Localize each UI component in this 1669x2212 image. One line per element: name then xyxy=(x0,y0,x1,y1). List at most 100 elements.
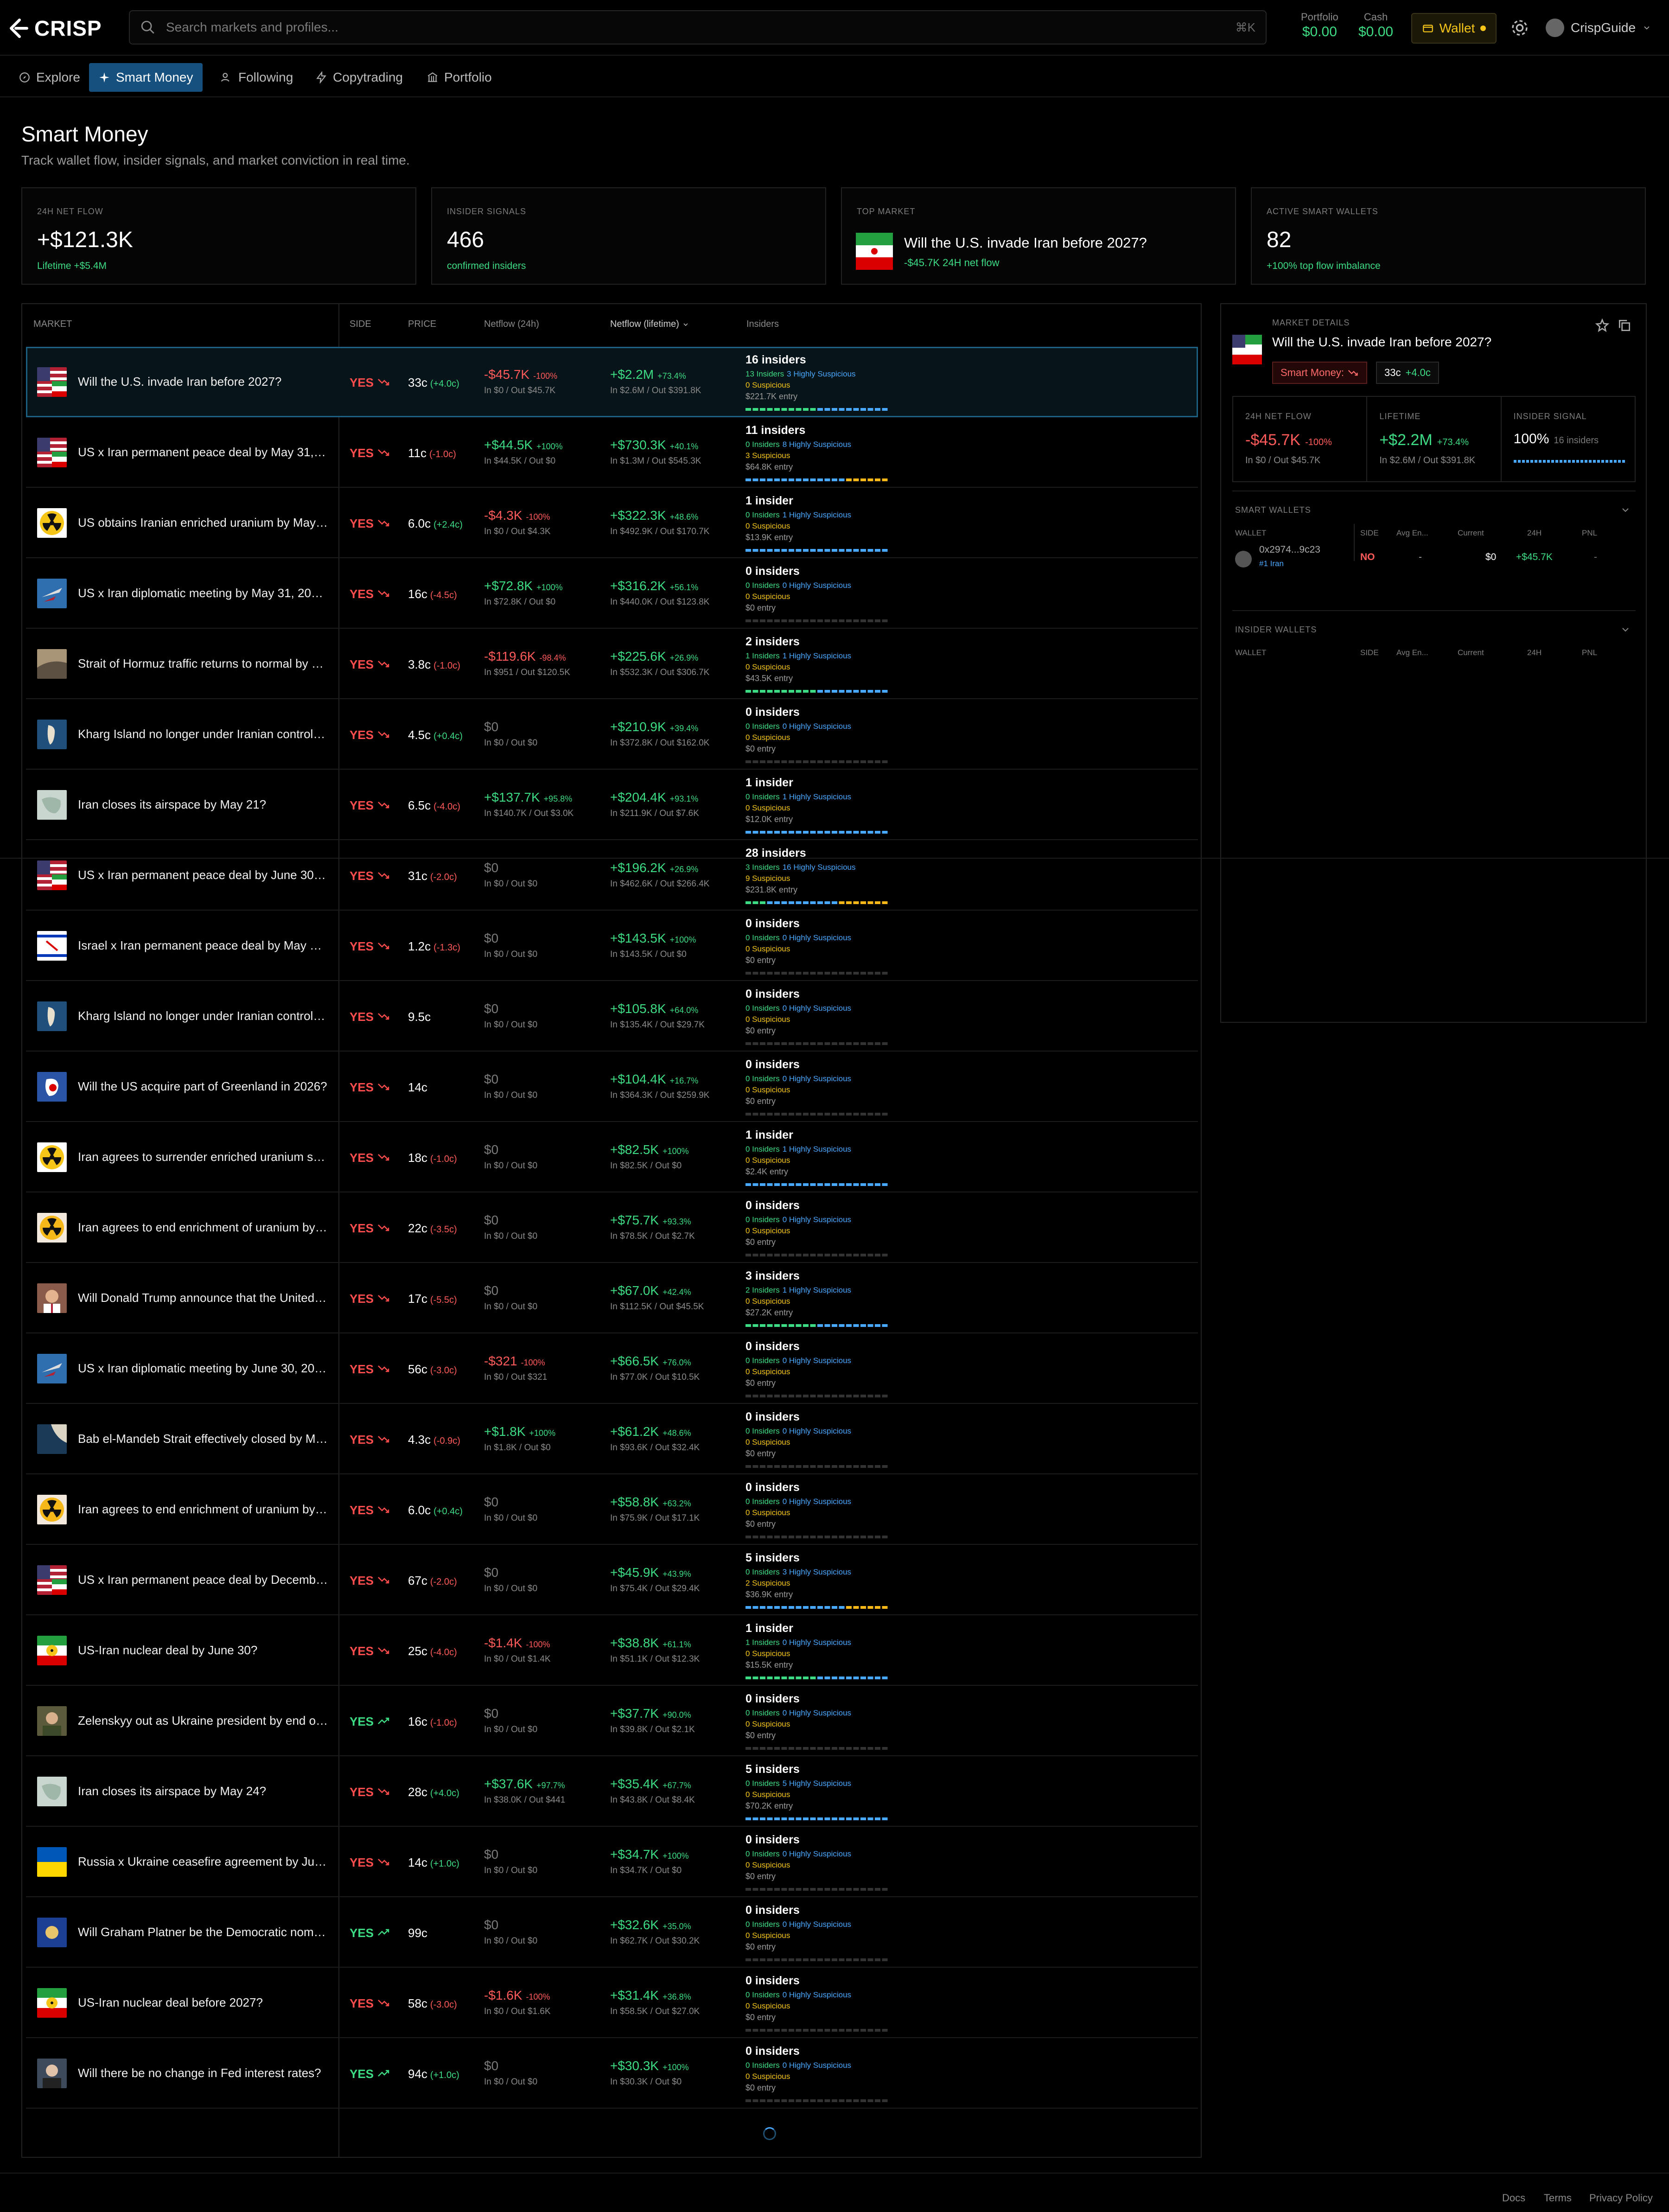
gear-icon[interactable] xyxy=(1510,19,1529,37)
market-title[interactable]: US x Iran diplomatic meeting by May 31, … xyxy=(78,586,328,600)
header-netflow-24h[interactable]: Netflow (24h) xyxy=(484,319,539,330)
search-input[interactable] xyxy=(166,20,1236,35)
footer-privacy-link[interactable]: Privacy Policy xyxy=(1589,2192,1653,2204)
stat-label: 24H NET FLOW xyxy=(1245,412,1312,421)
search-bar[interactable]: ⌘K xyxy=(129,10,1267,45)
netflow-pct: +100% xyxy=(536,583,563,592)
market-title[interactable]: Will the US acquire part of Greenland in… xyxy=(78,1079,328,1094)
market-title[interactable]: US x Iran permanent peace deal by Decemb… xyxy=(78,1573,328,1587)
market-title[interactable]: Will the U.S. invade Iran before 2027? xyxy=(78,375,328,389)
smart-wallet-row[interactable]: 0x2974...9c23 #1 Iran NO - $0 +$45.7K - xyxy=(1232,542,1631,570)
market-title[interactable]: Iran agrees to end enrichment of uranium… xyxy=(78,1502,328,1517)
tab-label: Portfolio xyxy=(444,70,492,84)
table-row[interactable]: Will Graham Platner be the Democratic no… xyxy=(26,1897,1198,1968)
market-title[interactable]: US-Iran nuclear deal by June 30? xyxy=(78,1643,328,1657)
table-row[interactable]: US x Iran permanent peace deal by June 3… xyxy=(26,840,1198,911)
copy-icon[interactable] xyxy=(1617,318,1632,333)
col-pnl: PNL xyxy=(1582,648,1598,657)
insider-bar xyxy=(745,1042,888,1045)
table-row[interactable]: US x Iran diplomatic meeting by June 30,… xyxy=(26,1333,1198,1404)
market-title[interactable]: US x Iran permanent peace deal by May 31… xyxy=(78,445,328,459)
table-row[interactable]: US x Iran permanent peace deal by May 31… xyxy=(26,417,1198,488)
market-title[interactable]: Israel x Iran permanent peace deal by Ma… xyxy=(78,938,328,953)
table-row[interactable]: Strait of Hormuz traffic returns to norm… xyxy=(26,629,1198,699)
price-cell: 22c (-3.5c) xyxy=(408,1221,457,1236)
table-row[interactable]: Will there be no change in Fed interest … xyxy=(26,2038,1198,2109)
tab-explore[interactable]: Explore xyxy=(9,63,89,92)
market-title[interactable]: Iran agrees to surrender enriched uraniu… xyxy=(78,1150,328,1164)
table-row[interactable]: US-Iran nuclear deal before 2027? YES 58c(… xyxy=(26,1968,1198,2038)
market-title[interactable]: Russia x Ukraine ceasefire agreement by … xyxy=(78,1855,328,1869)
table-row[interactable]: US obtains Iranian enriched uranium by M… xyxy=(26,488,1198,558)
insider-suspicious: 0 Suspicious xyxy=(745,1508,790,1517)
cash-value: $0.00 xyxy=(1358,24,1394,39)
header-insiders[interactable]: Insiders xyxy=(746,319,779,330)
market-title[interactable]: Strait of Hormuz traffic returns to norm… xyxy=(78,657,328,671)
table-row[interactable]: Will the US acquire part of Greenland in… xyxy=(26,1052,1198,1122)
market-title[interactable]: US obtains Iranian enriched uranium by M… xyxy=(78,516,328,530)
table-row[interactable]: Will Donald Trump announce that the Unit… xyxy=(26,1263,1198,1333)
table-row[interactable]: Iran closes its airspace by May 24? YES 28… xyxy=(26,1756,1198,1827)
chevron-down-icon[interactable] xyxy=(1620,624,1631,635)
header-side[interactable]: SIDE xyxy=(350,319,371,330)
table-row[interactable]: Russia x Ukraine ceasefire agreement by … xyxy=(26,1827,1198,1897)
netflow-lifetime-cell: +$35.4K +67.7% In $43.8K / Out $8.4K xyxy=(610,1777,695,1805)
side-label: YES xyxy=(350,1574,374,1587)
tab-following[interactable]: Following xyxy=(211,63,302,92)
price-change: (-3.0c) xyxy=(430,1365,457,1376)
table-row[interactable]: Kharg Island no longer under Iranian con… xyxy=(26,699,1198,770)
netflow-pct: +100% xyxy=(536,442,563,451)
header-price[interactable]: PRICE xyxy=(408,319,436,330)
stat-top-market[interactable]: TOP MARKET Will the U.S. invade Iran bef… xyxy=(841,187,1236,285)
insider-suspicious: 0 Suspicious xyxy=(745,1226,790,1235)
netflow-value: +$61.2K xyxy=(610,1424,659,1439)
header-market[interactable]: MARKET xyxy=(33,319,72,330)
table-row[interactable]: Kharg Island no longer under Iranian con… xyxy=(26,981,1198,1052)
table-row[interactable]: US x Iran diplomatic meeting by May 31, … xyxy=(26,558,1198,629)
market-title[interactable]: Bab el-Mandeb Strait effectively closed … xyxy=(78,1432,328,1446)
table-row[interactable]: Iran agrees to end enrichment of uranium… xyxy=(26,1474,1198,1545)
insiders-cell: 1 insider 1 Insiders 0 Highly Suspicious 0 … xyxy=(745,1622,894,1670)
table-row[interactable]: US-Iran nuclear deal by June 30? YES 25c (-… xyxy=(26,1615,1198,1686)
table-row[interactable]: Bab el-Mandeb Strait effectively closed … xyxy=(26,1404,1198,1474)
stat-value: 466 xyxy=(447,228,484,252)
price-cell: 17c (-5.5c) xyxy=(408,1292,457,1306)
footer-terms-link[interactable]: Terms xyxy=(1544,2192,1572,2204)
insider-highly-suspicious: 0 Highly Suspicious xyxy=(782,581,852,590)
table-row[interactable]: Will the U.S. invade Iran before 2027? YE… xyxy=(26,347,1198,417)
market-title[interactable]: US x Iran diplomatic meeting by June 30,… xyxy=(78,1361,328,1376)
table-row[interactable]: Israel x Iran permanent peace deal by Ma… xyxy=(26,911,1198,981)
market-title[interactable]: Will there be no change in Fed interest … xyxy=(78,2066,328,2080)
tab-portfolio[interactable]: Portfolio xyxy=(417,63,501,92)
market-title[interactable]: Kharg Island no longer under Iranian con… xyxy=(78,727,328,741)
footer-docs-link[interactable]: Docs xyxy=(1502,2192,1525,2204)
tab-smart-money[interactable]: Smart Money xyxy=(89,63,203,92)
market-title[interactable]: Kharg Island no longer under Iranian con… xyxy=(78,1009,328,1023)
table-row[interactable]: US x Iran permanent peace deal by Decemb… xyxy=(26,1545,1198,1615)
chevron-down-icon[interactable] xyxy=(1620,504,1631,516)
table-row[interactable]: Iran agrees to surrender enriched uraniu… xyxy=(26,1122,1198,1192)
netflow-value: $0 xyxy=(484,1918,499,1932)
market-title[interactable]: US x Iran permanent peace deal by June 3… xyxy=(78,868,328,882)
market-title[interactable]: Will Donald Trump announce that the Unit… xyxy=(78,1291,328,1305)
market-title[interactable]: Zelenskyy out as Ukraine president by en… xyxy=(78,1714,328,1728)
tab-copytrading[interactable]: Copytrading xyxy=(306,63,412,92)
table-row[interactable]: Zelenskyy out as Ukraine president by en… xyxy=(26,1686,1198,1756)
logo[interactable]: CRISP xyxy=(9,16,102,41)
insider-confirmed: 2 Insiders xyxy=(745,1286,780,1294)
insider-highly-suspicious: 1 Highly Suspicious xyxy=(782,1145,852,1154)
insider-confirmed: 0 Insiders xyxy=(745,1074,780,1083)
market-title[interactable]: Will Graham Platner be the Democratic no… xyxy=(78,1925,328,1939)
market-title[interactable]: Iran closes its airspace by May 24? xyxy=(78,1784,328,1798)
market-title[interactable]: Iran closes its airspace by May 21? xyxy=(78,797,328,812)
table-row[interactable]: Iran agrees to end enrichment of uranium… xyxy=(26,1192,1198,1263)
wallet-button[interactable]: Wallet xyxy=(1411,13,1497,44)
market-title[interactable]: Iran agrees to end enrichment of uranium… xyxy=(78,1220,328,1235)
star-icon[interactable] xyxy=(1595,318,1610,333)
market-title[interactable]: US-Iran nuclear deal before 2027? xyxy=(78,1995,328,2010)
insider-count: 0 insiders xyxy=(745,706,800,719)
table-row[interactable]: Iran closes its airspace by May 21? YES 6.… xyxy=(26,770,1198,840)
netflow-24h-cell: $0 In $0 / Out $0 xyxy=(484,1072,537,1101)
header-netflow-lifetime[interactable]: Netflow (lifetime) xyxy=(610,319,689,330)
user-menu[interactable]: CrispGuide xyxy=(1546,19,1651,37)
